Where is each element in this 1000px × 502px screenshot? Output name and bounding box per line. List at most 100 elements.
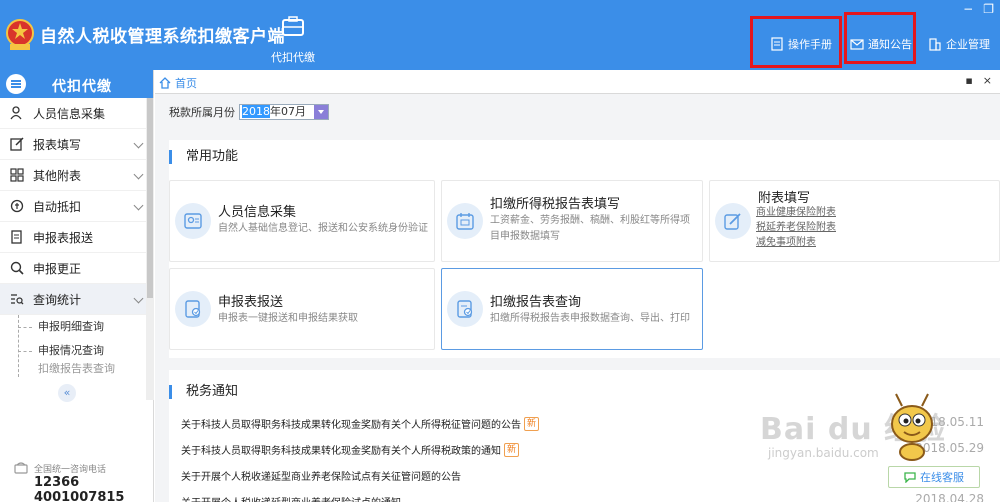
building-icon <box>929 38 941 51</box>
tab-close-button[interactable]: × <box>983 74 992 87</box>
new-badge: 新 <box>524 416 540 431</box>
tax-month-year: 2018 <box>242 105 270 118</box>
common-functions-panel: 常用功能 人员信息采集 自然人基础信息登记、报送和公安系统身份验证 扣缴所得税报… <box>169 140 1000 358</box>
module-withholding[interactable]: 代扣代缴 <box>268 16 318 65</box>
notice-item[interactable]: 关于开展个人税收递延型商业养老保险试点的通知 <box>181 494 401 502</box>
sidebar-item-auto-deduct[interactable]: 自动抵扣 <box>0 191 146 222</box>
notice-date: 2018.04.28 <box>915 492 984 502</box>
watermark-url: jingyan.baidu.com <box>768 446 879 460</box>
card-desc-line-1: 工资薪金、劳务报酬、稿酬、利股红等所得项 <box>490 215 690 226</box>
link-pension-insurance[interactable]: 税延养老保险附表 <box>756 222 836 234</box>
tax-month-row: 税款所属月份 2018年07月 <box>169 104 329 120</box>
window-controls: − ❐ <box>963 2 994 16</box>
sidebar-title: 代扣代缴 <box>52 79 112 95</box>
sidebar-item-label: 人员信息采集 <box>33 106 106 121</box>
card-report-query[interactable]: 扣缴报告表查询 扣缴所得税报告表申报数据查询、导出、打印 <box>441 268 703 350</box>
card-title: 附表填写 <box>758 191 811 206</box>
notice-text: 关于科技人员取得职务科技成果转化现金奖励有关个人所得税征管问题的公告 <box>181 420 521 431</box>
highlight-manual-box <box>750 16 842 68</box>
notice-item[interactable]: 关于开展个人税收递延型商业养老保险试点有关征管问题的公告 <box>181 468 461 483</box>
tax-notices-title: 税务通知 <box>169 385 238 399</box>
card-schedules[interactable]: 附表填写 商业健康保险附表 税延养老保险附表 减免事项附表 <box>709 180 1000 262</box>
minimize-button[interactable]: − <box>963 2 973 16</box>
national-emblem-icon <box>6 19 34 50</box>
card-title: 申报表报送 <box>218 295 284 310</box>
sidebar-item-personnel[interactable]: 人员信息采集 <box>0 98 146 129</box>
sidebar-item-other-schedules[interactable]: 其他附表 <box>0 160 146 191</box>
sidebar: 代扣代缴 人员信息采集 报表填写 其他附表 自动抵扣 申报表报送 申报更正 查询… <box>0 70 154 502</box>
document-icon <box>10 230 24 244</box>
menu-icon[interactable] <box>6 74 26 94</box>
home-icon <box>159 77 171 89</box>
card-report-fill[interactable]: 扣缴所得税报告表填写 工资薪金、劳务报酬、稿酬、利股红等所得项 目申报数据填写 <box>441 180 703 262</box>
briefcase-icon <box>282 16 304 36</box>
link-exemption[interactable]: 减免事项附表 <box>756 237 816 249</box>
tab-bar: 首页 ▪ × <box>155 70 1000 94</box>
mascot-icon <box>891 393 933 461</box>
sidebar-item-label: 申报表报送 <box>33 230 94 245</box>
chevron-down-icon <box>133 200 144 211</box>
tab-restore-button[interactable]: ▪ <box>965 74 972 87</box>
pencil-icon <box>715 203 751 239</box>
collapse-sidebar-button[interactable]: « <box>58 384 76 402</box>
send-report-icon <box>175 291 211 327</box>
edit-icon <box>10 137 24 151</box>
tax-month-rest: 年07月 <box>270 105 306 118</box>
card-personnel[interactable]: 人员信息采集 自然人基础信息登记、报送和公安系统身份验证 <box>169 180 435 262</box>
new-badge: 新 <box>504 442 520 457</box>
sub-item-detail-query[interactable]: 申报明细查询 <box>0 315 146 339</box>
chat-icon <box>904 472 916 483</box>
card-title: 扣缴所得税报告表填写 <box>490 197 621 212</box>
notice-text: 关于开展个人税收递延型商业养老保险试点有关征管问题的公告 <box>181 472 461 483</box>
restore-button[interactable]: ❐ <box>983 2 994 16</box>
online-service-button[interactable]: 在线客服 <box>888 466 980 488</box>
sub-item-report-query[interactable]: 扣缴报告表查询 <box>0 363 146 375</box>
card-title: 扣缴报告表查询 <box>490 295 582 310</box>
sidebar-item-label: 其他附表 <box>33 168 82 183</box>
sidebar-item-correction[interactable]: 申报更正 <box>0 253 146 284</box>
tab-home-label: 首页 <box>175 77 197 90</box>
card-submit[interactable]: 申报表报送 申报表一键报送和申报结果获取 <box>169 268 435 350</box>
sidebar-item-report-fill[interactable]: 报表填写 <box>0 129 146 160</box>
sub-item-status-query[interactable]: 申报情况查询 <box>0 339 146 363</box>
common-functions-title: 常用功能 <box>169 150 238 164</box>
person-icon <box>10 106 24 120</box>
notice-text: 关于科技人员取得职务科技成果转化现金奖励有关个人所得税政策的通知 <box>181 446 501 457</box>
card-title: 人员信息采集 <box>218 205 297 220</box>
module-label: 代扣代缴 <box>271 51 315 64</box>
hotline-label: 全国统一咨询电话 <box>34 465 107 475</box>
person-card-icon <box>175 203 211 239</box>
chevron-down-icon <box>133 169 144 180</box>
search-icon <box>10 261 24 275</box>
list-search-icon <box>10 292 24 306</box>
sidebar-item-label: 查询统计 <box>33 292 82 307</box>
notice-item[interactable]: 关于科技人员取得职务科技成果转化现金奖励有关个人所得税征管问题的公告新 <box>181 416 540 431</box>
highlight-notice-box <box>844 12 916 64</box>
scrollbar-thumb[interactable] <box>147 98 153 298</box>
sidebar-scrollbar[interactable] <box>146 98 154 400</box>
dropdown-arrow-icon[interactable] <box>314 105 328 119</box>
app-title: 自然人税收管理系统扣缴客户端 <box>40 27 285 47</box>
app-header: 自然人税收管理系统扣缴客户端 代扣代缴 − ❐ 操作手册 通知公告 企业管理 <box>0 0 1000 70</box>
sidebar-item-submit[interactable]: 申报表报送 <box>0 222 146 253</box>
card-desc: 自然人基础信息登记、报送和公安系统身份验证 <box>218 223 428 234</box>
sidebar-item-label: 申报更正 <box>33 261 82 276</box>
tab-home[interactable]: 首页 <box>159 75 197 91</box>
query-subtree: 申报明细查询 申报情况查询 扣缴报告表查询 <box>0 315 153 377</box>
grid-icon <box>10 168 24 182</box>
report-check-icon <box>447 291 483 327</box>
sidebar-item-query-stats[interactable]: 查询统计 <box>0 284 146 315</box>
tax-month-select[interactable]: 2018年07月 <box>239 104 329 120</box>
chevron-down-icon <box>133 293 144 304</box>
link-health-insurance[interactable]: 商业健康保险附表 <box>756 207 836 219</box>
enterprise-label: 企业管理 <box>946 38 990 51</box>
enterprise-link[interactable]: 企业管理 <box>928 36 990 52</box>
hotline-number-1: 12366 <box>34 475 80 490</box>
sidebar-header: 代扣代缴 <box>0 70 153 98</box>
notice-item[interactable]: 关于科技人员取得职务科技成果转化现金奖励有关个人所得税政策的通知新 <box>181 442 520 457</box>
online-service-label: 在线客服 <box>920 471 964 484</box>
card-desc: 申报表一键报送和申报结果获取 <box>218 313 358 324</box>
phone-icon <box>14 462 28 474</box>
card-desc: 扣缴所得税报告表申报数据查询、导出、打印 <box>490 313 690 324</box>
tax-month-label: 税款所属月份 <box>169 106 235 119</box>
